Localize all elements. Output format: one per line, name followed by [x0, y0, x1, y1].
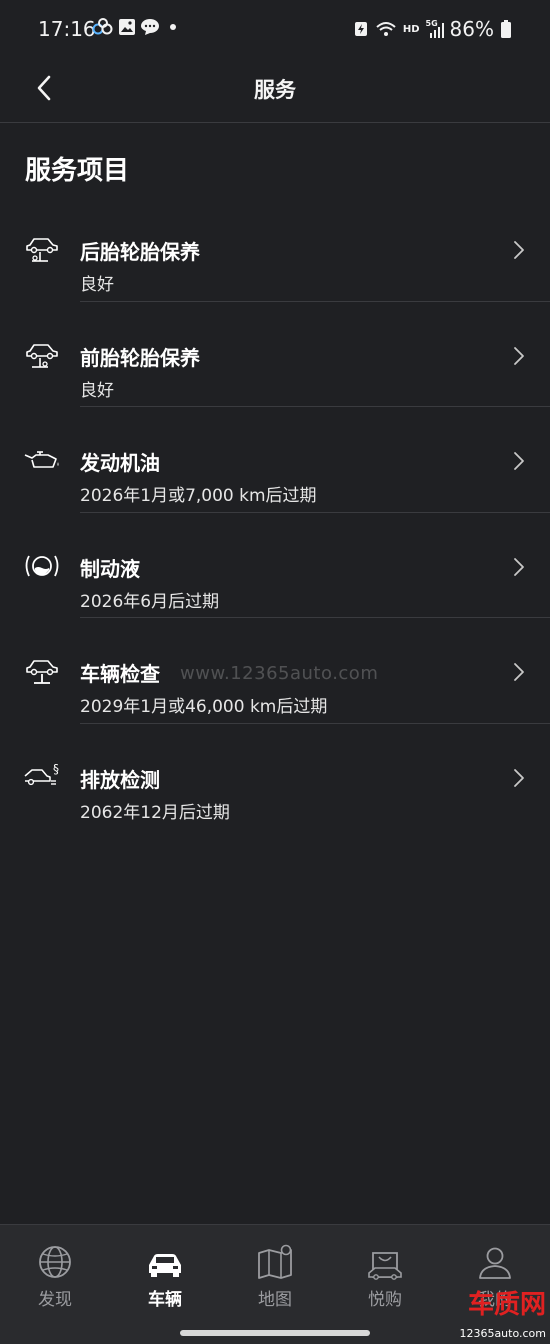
- status-time: 17:16: [38, 17, 96, 41]
- service-list: 后胎轮胎保养 良好 前胎轮胎保养 良好 发动机油 2026年1月或7,000 k…: [0, 196, 550, 829]
- person-icon: [479, 1247, 511, 1279]
- service-title: 后胎轮胎保养: [80, 240, 200, 264]
- status-indicators: HD 5G 86%: [353, 17, 512, 41]
- car-lift-icon: [26, 660, 58, 684]
- service-title: 车辆检查: [80, 662, 160, 686]
- chevron-right-icon: [514, 557, 524, 576]
- service-item-engine-oil[interactable]: 发动机油 2026年1月或7,000 km后过期: [0, 407, 550, 513]
- service-status: 2026年1月或7,000 km后过期: [80, 486, 317, 506]
- nav-label: 车辆: [148, 1290, 182, 1310]
- watermark-text: www.12365auto.com: [180, 663, 379, 684]
- nav-vehicle[interactable]: 车辆: [110, 1225, 220, 1325]
- app-header: 服务: [0, 58, 550, 122]
- section-title: 服务项目: [25, 156, 130, 186]
- battery-percent: 86%: [449, 17, 494, 41]
- nav-label: 地图: [258, 1290, 292, 1310]
- service-title: 前胎轮胎保养: [80, 345, 200, 370]
- oil-can-icon: [24, 451, 59, 468]
- chevron-right-icon: [514, 452, 524, 470]
- chevron-right-icon: [514, 663, 524, 681]
- service-status: 2062年12月后过期: [80, 802, 230, 823]
- service-status: 良好: [80, 380, 114, 401]
- service-title: 制动液: [80, 556, 140, 581]
- nav-shop[interactable]: 悦购: [330, 1225, 440, 1325]
- map-icon: [258, 1244, 292, 1279]
- status-notifications: [92, 18, 178, 36]
- signal-icon: [429, 23, 444, 38]
- service-title: 排放检测: [80, 767, 160, 792]
- service-status: 2029年1月或46,000 km后过期: [80, 697, 328, 717]
- gallery-icon: [119, 19, 135, 35]
- shopping-bag-icon: [368, 1252, 402, 1280]
- wifi-icon: [376, 22, 396, 36]
- hd-indicator: HD: [402, 23, 420, 35]
- car-lift-tire-icon: [26, 238, 58, 262]
- status-bar: 17:16 HD 5G 86%: [0, 0, 550, 58]
- message-icon: [141, 19, 159, 35]
- service-item-front-tire[interactable]: 前胎轮胎保养 良好: [0, 302, 550, 407]
- chevron-right-icon: [514, 346, 524, 365]
- battery-icon: [501, 20, 511, 38]
- service-item-rear-tire[interactable]: 后胎轮胎保养 良好: [0, 196, 550, 302]
- home-indicator[interactable]: [180, 1330, 370, 1336]
- cloud-link-icon: [92, 18, 113, 35]
- page-title: 服务: [254, 78, 296, 102]
- exhaust-emission-icon: §: [24, 762, 59, 785]
- chevron-right-icon: [514, 768, 524, 787]
- watermark-logo: 车质网 12365auto.com: [454, 1284, 546, 1340]
- service-item-emission-test[interactable]: § 排放检测 2062年12月后过期: [0, 724, 550, 830]
- service-status: 2026年6月后过期: [80, 591, 220, 612]
- service-screen: 17:16 HD 5G 86% 服务 服务项目 后胎轮胎保养 良好 前胎轮胎保养…: [0, 0, 550, 1344]
- service-status: 良好: [80, 275, 114, 295]
- chevron-right-icon: [514, 241, 524, 259]
- service-title: 发动机油: [80, 451, 160, 475]
- nav-discover[interactable]: 发现: [0, 1225, 110, 1325]
- logo-url: 12365auto.com: [459, 1327, 546, 1340]
- logo-brand: 车质网: [467, 1290, 546, 1320]
- dot-icon: [170, 24, 176, 30]
- car-icon: [149, 1254, 181, 1277]
- service-item-brake-fluid[interactable]: 制动液 2026年6月后过期: [0, 513, 550, 618]
- signal-5g: 5G: [426, 19, 444, 39]
- nav-map[interactable]: 地图: [220, 1225, 330, 1325]
- svg-text:§: §: [53, 762, 59, 776]
- nav-label: 发现: [38, 1290, 72, 1310]
- globe-icon: [39, 1246, 71, 1278]
- car-lift-tire-icon: [26, 343, 58, 368]
- battery-saver-icon: [354, 22, 367, 36]
- brake-fluid-icon: [25, 555, 59, 576]
- nav-label: 悦购: [368, 1290, 402, 1310]
- header-divider: [0, 122, 550, 123]
